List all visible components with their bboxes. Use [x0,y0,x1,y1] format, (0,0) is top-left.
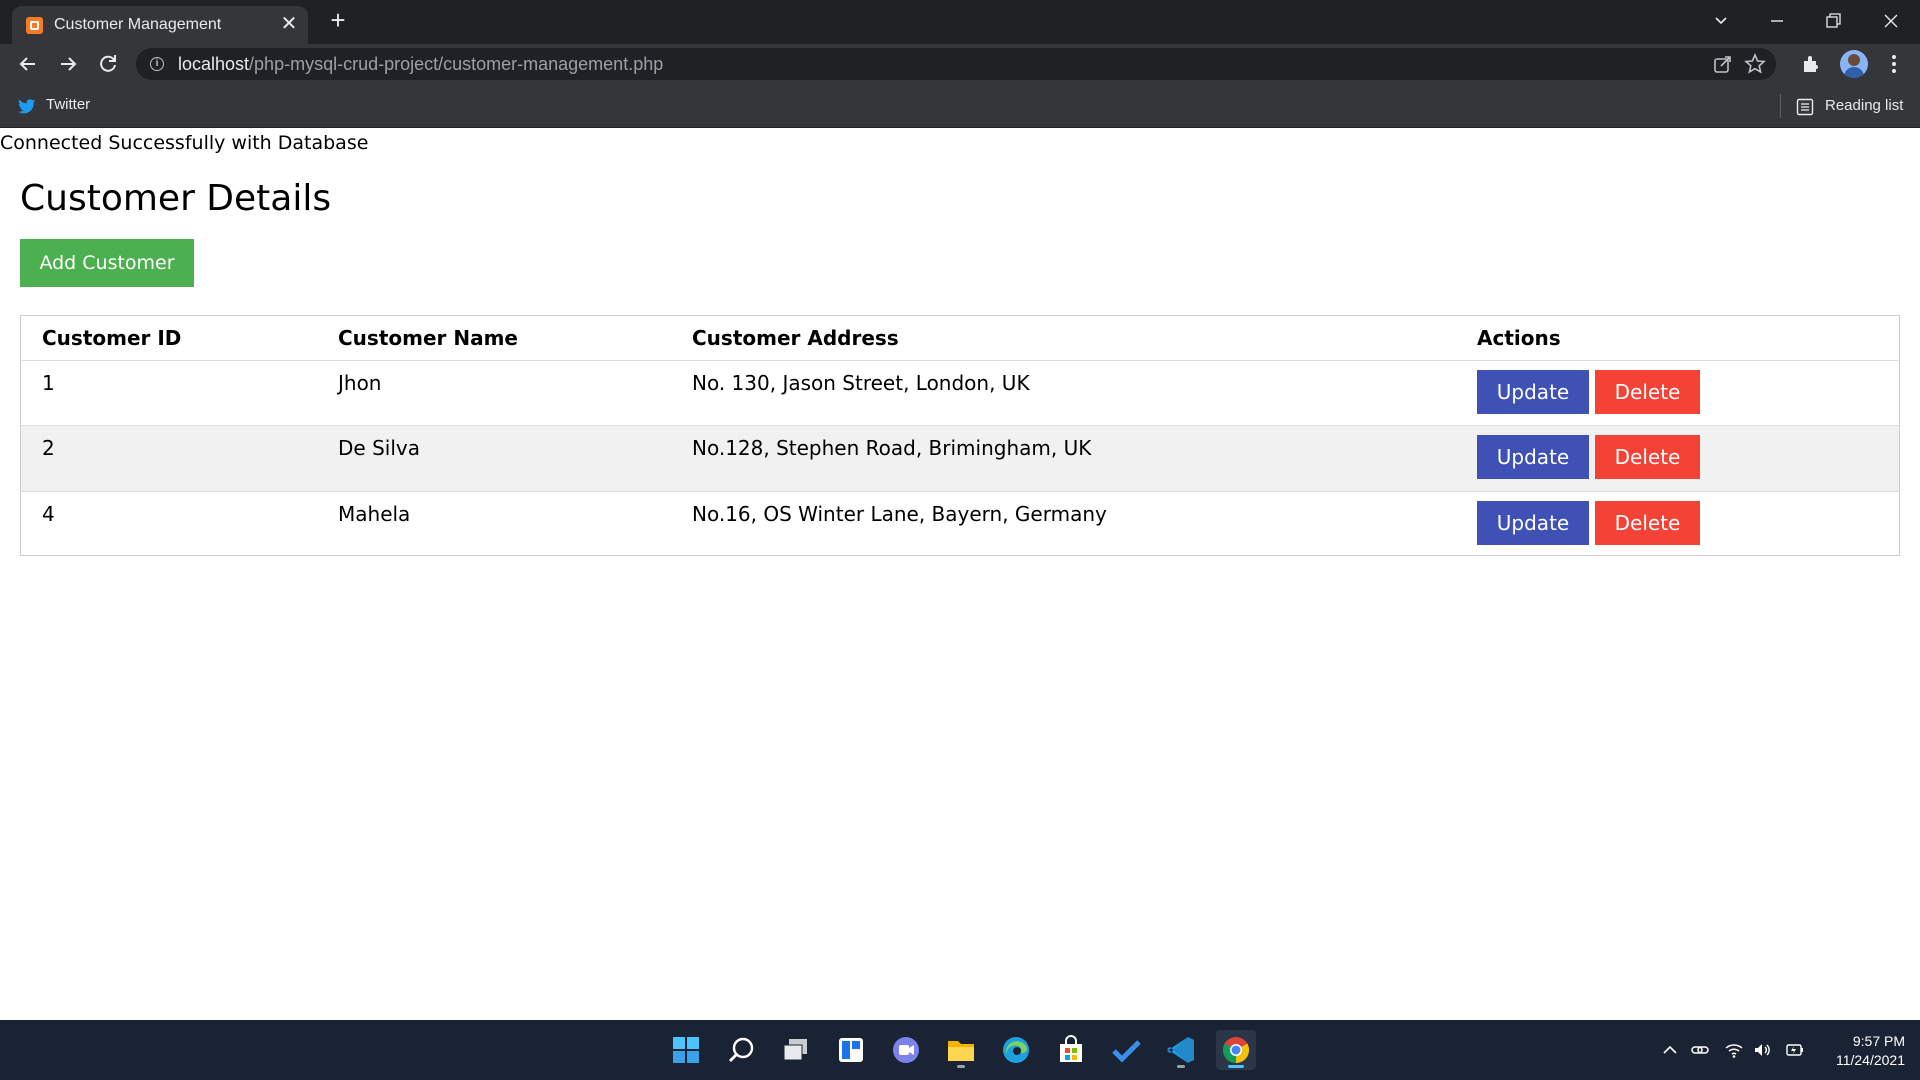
wifi-icon[interactable] [1724,1040,1744,1060]
cell-customer-id: 4 [42,502,55,526]
close-window-icon[interactable] [1876,6,1906,36]
bookmark-label: Twitter [46,96,91,113]
search-icon[interactable] [721,1030,761,1070]
bookmarks-bar: Twitter Reading list [0,84,1920,128]
reload-icon[interactable] [94,50,122,78]
table-row: 1 Jhon No. 130, Jason Street, London, UK… [20,360,1900,426]
more-menu-icon[interactable] [1882,52,1906,76]
delete-button[interactable]: Delete [1595,370,1700,414]
file-explorer-icon[interactable] [941,1030,981,1070]
page-title: Customer Details [20,178,332,219]
bookmarks-divider [1780,94,1781,118]
customer-table: Customer ID Customer Name Customer Addre… [20,315,1900,556]
cell-actions: Update Delete [1456,425,1900,492]
show-hidden-icons-chevron-icon[interactable] [1660,1040,1680,1060]
running-indicator [1177,1065,1185,1068]
table-row: 4 Mahela No.16, OS Winter Lane, Bayern, … [21,492,1900,556]
battery-icon[interactable] [1784,1040,1804,1060]
reading-list-icon [1796,98,1814,116]
cell-customer-name: Mahela [338,502,411,526]
header-actions: Actions [1456,315,1900,361]
url-host: localhost [178,54,250,74]
reading-list-label: Reading list [1825,97,1904,114]
browser-toolbar: i localhost/php-mysql-crud-project/custo… [0,44,1920,84]
update-button[interactable]: Update [1477,501,1589,545]
cell-actions: Update Delete [1456,492,1900,556]
connection-status-text: Connected Successfully with Database [0,132,369,154]
cell-customer-id: 1 [20,360,317,426]
edge-icon[interactable] [996,1030,1036,1070]
header-customer-id: Customer ID [20,315,317,361]
link-icon[interactable] [1690,1040,1710,1060]
cell-customer-name: De Silva [317,425,671,492]
tab-strip: Customer Management ✕ + [0,0,1920,44]
page-content: Connected Successfully with Database Cus… [0,128,1920,1020]
update-button[interactable]: Update [1477,370,1589,414]
forward-icon[interactable] [54,50,82,78]
url-text: localhost/php-mysql-crud-project/custome… [178,54,663,75]
share-icon[interactable] [1712,53,1734,75]
cell-customer-name: Jhon [317,360,671,426]
add-customer-button[interactable]: Add Customer [20,239,194,287]
delete-button[interactable]: Delete [1595,501,1700,545]
widgets-icon[interactable] [831,1030,871,1070]
twitter-icon [18,99,36,114]
active-indicator [1228,1065,1244,1068]
cell-actions: Update Delete [1456,360,1900,426]
tab-close-icon[interactable]: ✕ [278,13,300,35]
address-bar[interactable]: i localhost/php-mysql-crud-project/custo… [136,48,1776,80]
store-icon[interactable] [1051,1030,1091,1070]
todo-icon[interactable] [1106,1030,1146,1070]
delete-button[interactable]: Delete [1595,435,1700,479]
cell-customer-address: No.128, Stephen Road, Brimingham, UK [671,425,1456,492]
cell-customer-address: No.16, OS Winter Lane, Bayern, Germany [692,502,1107,526]
table-row: 2 De Silva No.128, Stephen Road, Briming… [20,425,1900,492]
clock-time: 9:57 PM [1852,1033,1905,1049]
header-customer-address: Customer Address [671,315,1456,361]
xampp-icon [26,17,43,34]
tab-search-icon[interactable] [1706,6,1736,36]
profile-avatar[interactable] [1840,50,1868,78]
running-indicator [957,1065,965,1068]
clock-date: 11/24/2021 [1835,1052,1905,1068]
taskbar: 9:57 PM 11/24/2021 [0,1020,1920,1080]
extensions-icon[interactable] [1800,52,1824,76]
header-customer-name: Customer Name [317,315,671,361]
browser-tab[interactable]: Customer Management ✕ [12,6,308,44]
tab-title: Customer Management [54,16,222,33]
restore-icon[interactable] [1818,6,1848,36]
url-path: /php-mysql-crud-project/customer-managem… [249,54,664,74]
teams-chat-icon[interactable] [886,1030,926,1070]
cell-customer-address: No. 130, Jason Street, London, UK [671,360,1456,426]
task-view-icon[interactable] [776,1030,816,1070]
chrome-icon[interactable] [1216,1030,1256,1070]
reading-list-button[interactable]: Reading list [1796,96,1912,118]
minimize-icon[interactable] [1762,6,1792,36]
start-icon[interactable] [666,1030,706,1070]
site-info-icon[interactable]: i [150,57,164,71]
back-icon[interactable] [14,50,42,78]
cell-customer-id: 2 [20,425,317,492]
table-header-row: Customer ID Customer Name Customer Addre… [20,315,1900,361]
update-button[interactable]: Update [1477,435,1589,479]
bookmark-star-icon[interactable] [1744,52,1766,75]
new-tab-button[interactable]: + [326,7,350,33]
system-clock[interactable]: 9:57 PM 11/24/2021 [1815,1032,1905,1070]
vscode-icon[interactable] [1161,1030,1201,1070]
volume-icon[interactable] [1752,1040,1772,1060]
